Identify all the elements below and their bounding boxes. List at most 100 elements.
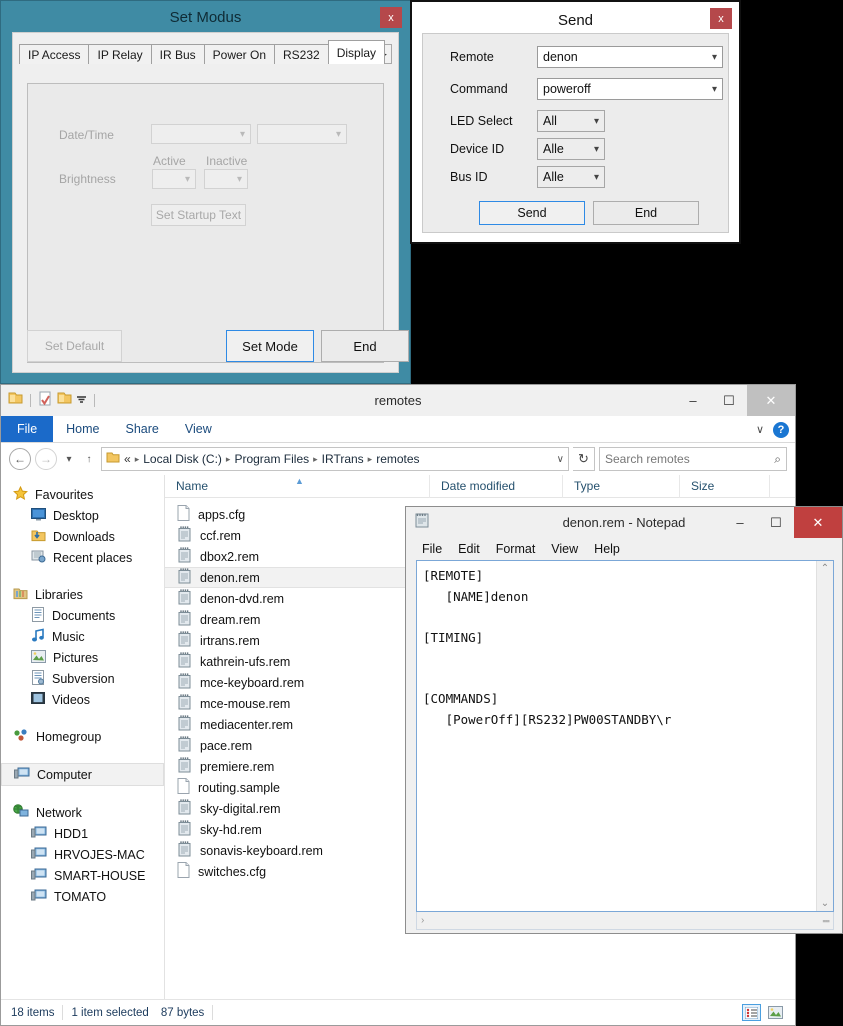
file-name: premiere.rem (200, 759, 275, 774)
forward-button[interactable]: → (35, 448, 57, 470)
nav-item-smart-house[interactable]: SMART-HOUSE (1, 865, 164, 886)
nav-item-tomato[interactable]: TOMATO (1, 886, 164, 907)
nav-item-videos[interactable]: Videos (1, 689, 164, 710)
nav-item-network[interactable]: Network (1, 802, 164, 823)
details-view-button[interactable] (742, 1004, 761, 1021)
notepad-icon (177, 673, 192, 692)
address-breadcrumb[interactable]: « ▸ Local Disk (C:) ▸ Program Files ▸ IR… (101, 447, 569, 471)
notepad-horizontal-scrollbar[interactable]: › ▪▪▪ (416, 912, 834, 930)
computer-icon (14, 767, 30, 783)
nav-item-music[interactable]: Music (1, 626, 164, 647)
command-combo[interactable]: poweroff ▾ (537, 78, 723, 100)
breadcrumb-item-1[interactable]: Program Files (234, 452, 309, 466)
tab-ip-relay[interactable]: IP Relay (88, 44, 152, 64)
refresh-icon[interactable]: ↻ (573, 447, 595, 471)
help-icon[interactable]: ? (773, 421, 789, 438)
file-name: dream.rem (200, 612, 261, 627)
recent-locations-icon[interactable]: ▾ (61, 454, 77, 465)
ribbon-tab-home[interactable]: Home (53, 416, 112, 442)
scroll-down-icon[interactable]: ⌄ (821, 898, 829, 909)
nav-item-downloads[interactable]: Downloads (1, 526, 164, 547)
column-header-date[interactable]: Date modified (430, 474, 563, 498)
tab-ir-bus[interactable]: IR Bus (150, 44, 205, 64)
quick-access-toolbar[interactable] (1, 391, 98, 411)
file-name: denon-dvd.rem (200, 591, 285, 606)
ribbon-tab-view[interactable]: View (172, 416, 225, 442)
set-modus-tabstrip[interactable]: IP Access IP Relay IR Bus Power On RS232 Disp… (19, 40, 392, 64)
bus-id-combo[interactable]: Alle ▾ (537, 166, 605, 188)
tab-rs232[interactable]: RS232 (274, 44, 329, 64)
maximize-button[interactable]: ☐ (711, 385, 747, 416)
menu-help[interactable]: Help (586, 542, 628, 556)
nav-item-subversion[interactable]: Subversion (1, 668, 164, 689)
notepad-close-button[interactable]: ✕ (794, 507, 842, 538)
send-dialog-close-button[interactable]: x (710, 8, 732, 29)
explorer-window-buttons: – ☐ ✕ (675, 385, 795, 416)
nav-item-hdd1[interactable]: HDD1 (1, 823, 164, 844)
menu-view[interactable]: View (543, 542, 586, 556)
chevron-down-icon[interactable]: ∨ (756, 423, 764, 436)
set-modus-close-button[interactable]: x (380, 7, 402, 28)
notepad-text-area[interactable]: [REMOTE] [NAME]denon [TIMING] [COMMANDS]… (417, 561, 816, 911)
led-select-combo[interactable]: All ▾ (537, 110, 605, 132)
file-name: routing.sample (198, 780, 280, 795)
view-mode-buttons (742, 1004, 785, 1021)
end-button[interactable]: End (321, 330, 409, 362)
ribbon-tab-file[interactable]: File (1, 416, 54, 442)
search-placeholder: Search remotes (605, 452, 690, 466)
minimize-button[interactable]: – (675, 385, 711, 416)
tab-ip-access[interactable]: IP Access (19, 44, 90, 64)
menu-file[interactable]: File (414, 542, 450, 556)
send-dialog-end-button[interactable]: End (593, 201, 699, 225)
led-select-label: LED Select (450, 114, 513, 128)
ribbon-tab-share[interactable]: Share (113, 416, 172, 442)
nav-group-gap (1, 568, 164, 584)
nav-item-desktop[interactable]: Desktop (1, 505, 164, 526)
breadcrumb-item-0[interactable]: Local Disk (C:) (143, 452, 222, 466)
notepad-minimize-button[interactable]: – (722, 507, 758, 538)
nav-item-favourites[interactable]: Favourites (1, 484, 164, 505)
folder-icon[interactable] (8, 391, 23, 410)
scroll-up-icon[interactable]: ⌃ (821, 563, 829, 574)
remote-combo[interactable]: denon ▾ (537, 46, 723, 68)
explorer-titlebar: remotes – ☐ ✕ (1, 385, 795, 416)
nav-item-label: Subversion (52, 671, 115, 686)
nav-item-documents[interactable]: Documents (1, 605, 164, 626)
scroll-right-icon[interactable]: › (421, 915, 424, 926)
nav-group-gap (1, 786, 164, 802)
notepad-maximize-button[interactable]: ☐ (758, 507, 794, 538)
new-document-icon[interactable] (38, 391, 53, 411)
tab-power-on[interactable]: Power On (203, 44, 275, 64)
notepad-vertical-scrollbar[interactable]: ⌃ ⌄ (816, 561, 833, 911)
breadcrumb-item-3[interactable]: remotes (376, 452, 419, 466)
nav-item-homegroup[interactable]: Homegroup (1, 726, 164, 747)
device-id-label-row: Device ID (450, 142, 504, 156)
search-input[interactable]: Search remotes ⌕ (599, 447, 787, 471)
open-folder-icon[interactable] (57, 391, 72, 410)
resize-grip-icon[interactable]: ▪▪▪ (822, 916, 830, 926)
brightness-inactive-combo: ▾ (204, 169, 248, 189)
navigation-pane[interactable]: Favourites Desktop Downloads Recent places L… (1, 475, 165, 999)
address-dropdown-icon[interactable]: ∨ (557, 454, 564, 465)
back-button[interactable]: ← (9, 448, 31, 470)
menu-format[interactable]: Format (488, 542, 544, 556)
nav-item-computer[interactable]: Computer (1, 763, 164, 786)
nav-item-recent-places[interactable]: Recent places (1, 547, 164, 568)
qat-separator-2 (94, 394, 95, 407)
tab-display[interactable]: Display (327, 40, 386, 64)
qat-dropdown-icon[interactable] (76, 392, 87, 410)
nav-item-libraries[interactable]: Libraries (1, 584, 164, 605)
close-button[interactable]: ✕ (747, 385, 795, 416)
up-button[interactable]: ↑ (81, 454, 97, 465)
device-id-combo[interactable]: Alle ▾ (537, 138, 605, 160)
nav-item-pictures[interactable]: Pictures (1, 647, 164, 668)
nav-item-hrvojes-mac[interactable]: HRVOJES-MAC (1, 844, 164, 865)
breadcrumb-item-2[interactable]: IRTrans (322, 452, 364, 466)
send-button[interactable]: Send (479, 201, 585, 225)
column-header-type[interactable]: Type (563, 474, 680, 498)
menu-edit[interactable]: Edit (450, 542, 488, 556)
libraries-icon (13, 586, 28, 603)
set-mode-button[interactable]: Set Mode (226, 330, 314, 362)
column-header-size[interactable]: Size (680, 474, 770, 498)
large-icons-view-button[interactable] (766, 1004, 785, 1021)
